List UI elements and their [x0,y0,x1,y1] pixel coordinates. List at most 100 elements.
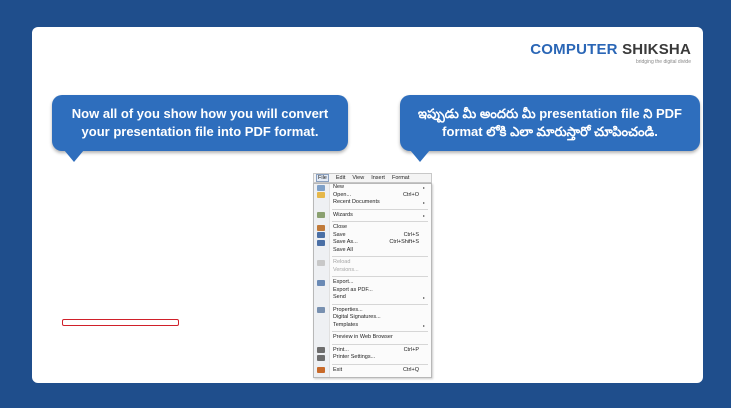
submenu-arrow-icon: ▸ [423,185,426,190]
menu-item-spacer [423,239,431,247]
telugu-instruction-bubble: ఇప్పుడు మీ అందరు మీ presentation file ని… [400,95,700,151]
menu-item-wizards[interactable]: Wizards ▸ [314,212,431,220]
menu-item-spacer [423,307,431,315]
menu-item-spacer [424,334,431,342]
menu-item-exit[interactable]: Exit Ctrl+Q [314,367,431,375]
menubar-item-file[interactable]: File [316,174,329,182]
menu-separator [332,221,428,222]
menu-item-spacer [423,247,431,255]
export-as-pdf-highlight [62,319,179,326]
menu-item-save-all[interactable]: Save All [314,247,431,255]
slide-card: COMPUTER SHIKSHA bridging the digital di… [32,27,703,383]
menu-item-shortcut [385,354,423,362]
menu-item-save[interactable]: Save Ctrl+S [314,232,431,240]
menu-item-digital-signatures[interactable]: Digital Signatures... [314,314,431,322]
menu-item-label: Printer Settings... [333,354,376,360]
menu-separator [332,276,428,277]
menu-item-label: Templates [333,321,359,328]
folder-icon [317,192,325,198]
bubble-tail [64,150,84,162]
menu-item-open[interactable]: Open... Ctrl+O [314,192,431,200]
menu-item-label: Open... [333,191,352,198]
menu-item-spacer [423,224,431,232]
menubar-item-format[interactable]: Format [392,175,409,181]
menu-item-shortcut: Ctrl+O [402,191,419,198]
menu-item-label: Print... [333,346,349,353]
menu-item-new[interactable]: New ▸ [314,184,431,192]
menu-separator [332,331,428,332]
save-icon [317,232,325,238]
menu-item-reload[interactable]: Reload [314,259,431,267]
menu-item-shortcut [385,259,423,267]
menu-separator [332,208,428,210]
menu-item-shortcut [393,334,425,342]
menu-item-spacer [423,232,431,240]
menu-item-label: Properties... [333,306,363,313]
menu-item-label: Save As... [333,239,358,245]
menu-item-print[interactable]: Print... Ctrl+P [314,347,431,355]
menu-item-shortcut [385,199,423,207]
menu-item-properties[interactable]: Properties... [314,307,431,315]
menu-item-preview-in-web-browser[interactable]: Preview in Web Browser [314,334,431,342]
menu-item-send[interactable]: Send ▸ [314,294,431,302]
menu-item-shortcut [385,294,423,302]
menu-item-label: New [333,184,345,190]
menu-item-export-as-pdf[interactable]: Export as PDF... [314,287,431,295]
menu-item-shortcut: Ctrl+S [403,231,419,238]
menu-item-spacer [423,192,431,200]
menu-item-label: Versions... [333,266,359,273]
bubble-tail [410,150,430,162]
menu-item-label: Save [333,231,346,238]
menubar-item-edit[interactable]: Edit [336,175,345,181]
menu-item-shortcut [385,307,423,315]
menu-item-spacer [423,279,431,287]
menu-item-label: Wizards [333,211,353,218]
menu-bar: File Edit View Insert Format [313,173,432,183]
menubar-item-insert[interactable]: Insert [371,175,385,181]
menu-item-label: Send [333,294,346,300]
close-icon [317,224,325,231]
menubar-item-view[interactable]: View [352,175,364,181]
menu-item-label: Preview in Web Browser [333,334,393,340]
menu-item-shortcut [385,247,423,255]
menu-item-spacer [423,367,431,375]
menu-item-spacer [423,287,431,295]
menu-item-export[interactable]: Export... [314,279,431,287]
slide-background: { "logo": { "name_part1": "COMPUTER ", "… [0,0,731,408]
printer-settings-icon [317,354,325,361]
menu-item-spacer [423,267,431,275]
menu-item-label: Digital Signatures... [333,314,381,320]
export-icon [317,279,325,286]
menu-item-label: Export as PDF... [333,286,373,293]
menu-separator [332,363,428,365]
menu-separator [332,256,428,257]
menu-item-shortcut [385,212,423,220]
menu-item-label: Reload [333,259,351,265]
printer-icon [317,347,325,353]
menu-item-printer-settings[interactable]: Printer Settings... [314,354,431,362]
submenu-arrow-icon: ▸ [423,212,426,218]
menu-separator [332,303,428,305]
logo: COMPUTER SHIKSHA bridging the digital di… [530,41,691,65]
menu-item-shortcut [385,224,423,232]
submenu-arrow-icon: ▸ [423,322,426,328]
menu-separator [332,343,428,345]
menu-item-shortcut: Ctrl+P [403,346,419,353]
menu-item-shortcut: Ctrl+Q [402,366,419,373]
menu-item-label: Close [333,224,348,230]
exit-icon [317,367,325,373]
menu-item-versions[interactable]: Versions... [314,267,431,275]
menu-item-label: Export... [333,279,354,285]
menu-item-shortcut [385,314,423,322]
menu-item-shortcut [385,279,423,287]
menu-item-recent-documents[interactable]: Recent Documents ▸ [314,199,431,207]
menu-item-spacer [423,354,431,362]
menu-item-close[interactable]: Close [314,224,431,232]
menu-item-save-as[interactable]: Save As... Ctrl+Shift+S [314,239,431,247]
wizard-icon [317,212,325,218]
menu-item-spacer [423,347,431,355]
logo-tagline: bridging the digital divide [635,59,691,65]
menu-item-label: Save All [333,246,353,253]
menu-item-templates[interactable]: Templates ▸ [314,322,431,330]
properties-icon [317,307,325,313]
